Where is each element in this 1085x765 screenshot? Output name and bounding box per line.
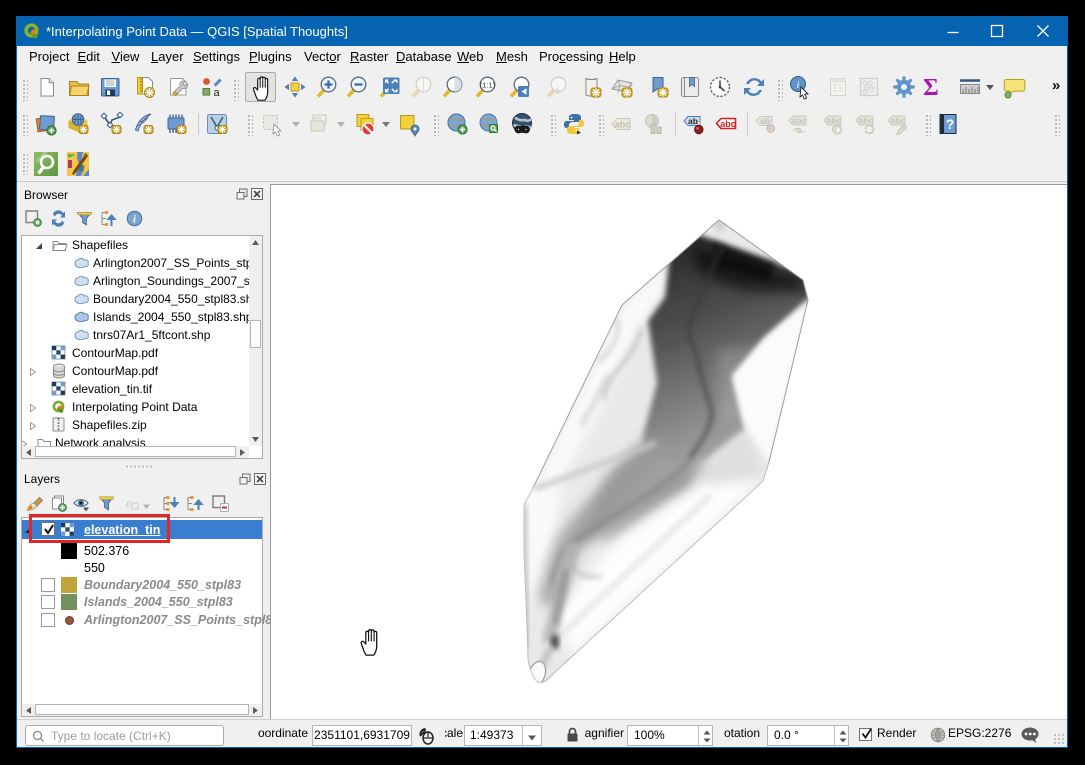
- svg-text:?: ?: [946, 116, 955, 132]
- svg-text:abc: abc: [615, 120, 631, 130]
- svg-text:a: a: [214, 87, 221, 99]
- svg-text:abc: abc: [792, 116, 807, 126]
- svg-text:(1:1): (1:1): [480, 81, 496, 90]
- svg-text:ab: ab: [760, 116, 770, 126]
- svg-text:i: i: [133, 215, 136, 226]
- svg-text:abc: abc: [827, 116, 842, 126]
- svg-text:abc: abc: [859, 116, 874, 126]
- svg-text:abc: abc: [720, 119, 736, 129]
- svg-text:ε: ε: [126, 496, 131, 510]
- svg-text:i: i: [796, 79, 799, 91]
- svg-text:abc: abc: [891, 116, 906, 126]
- svg-text:ab: ab: [688, 116, 698, 126]
